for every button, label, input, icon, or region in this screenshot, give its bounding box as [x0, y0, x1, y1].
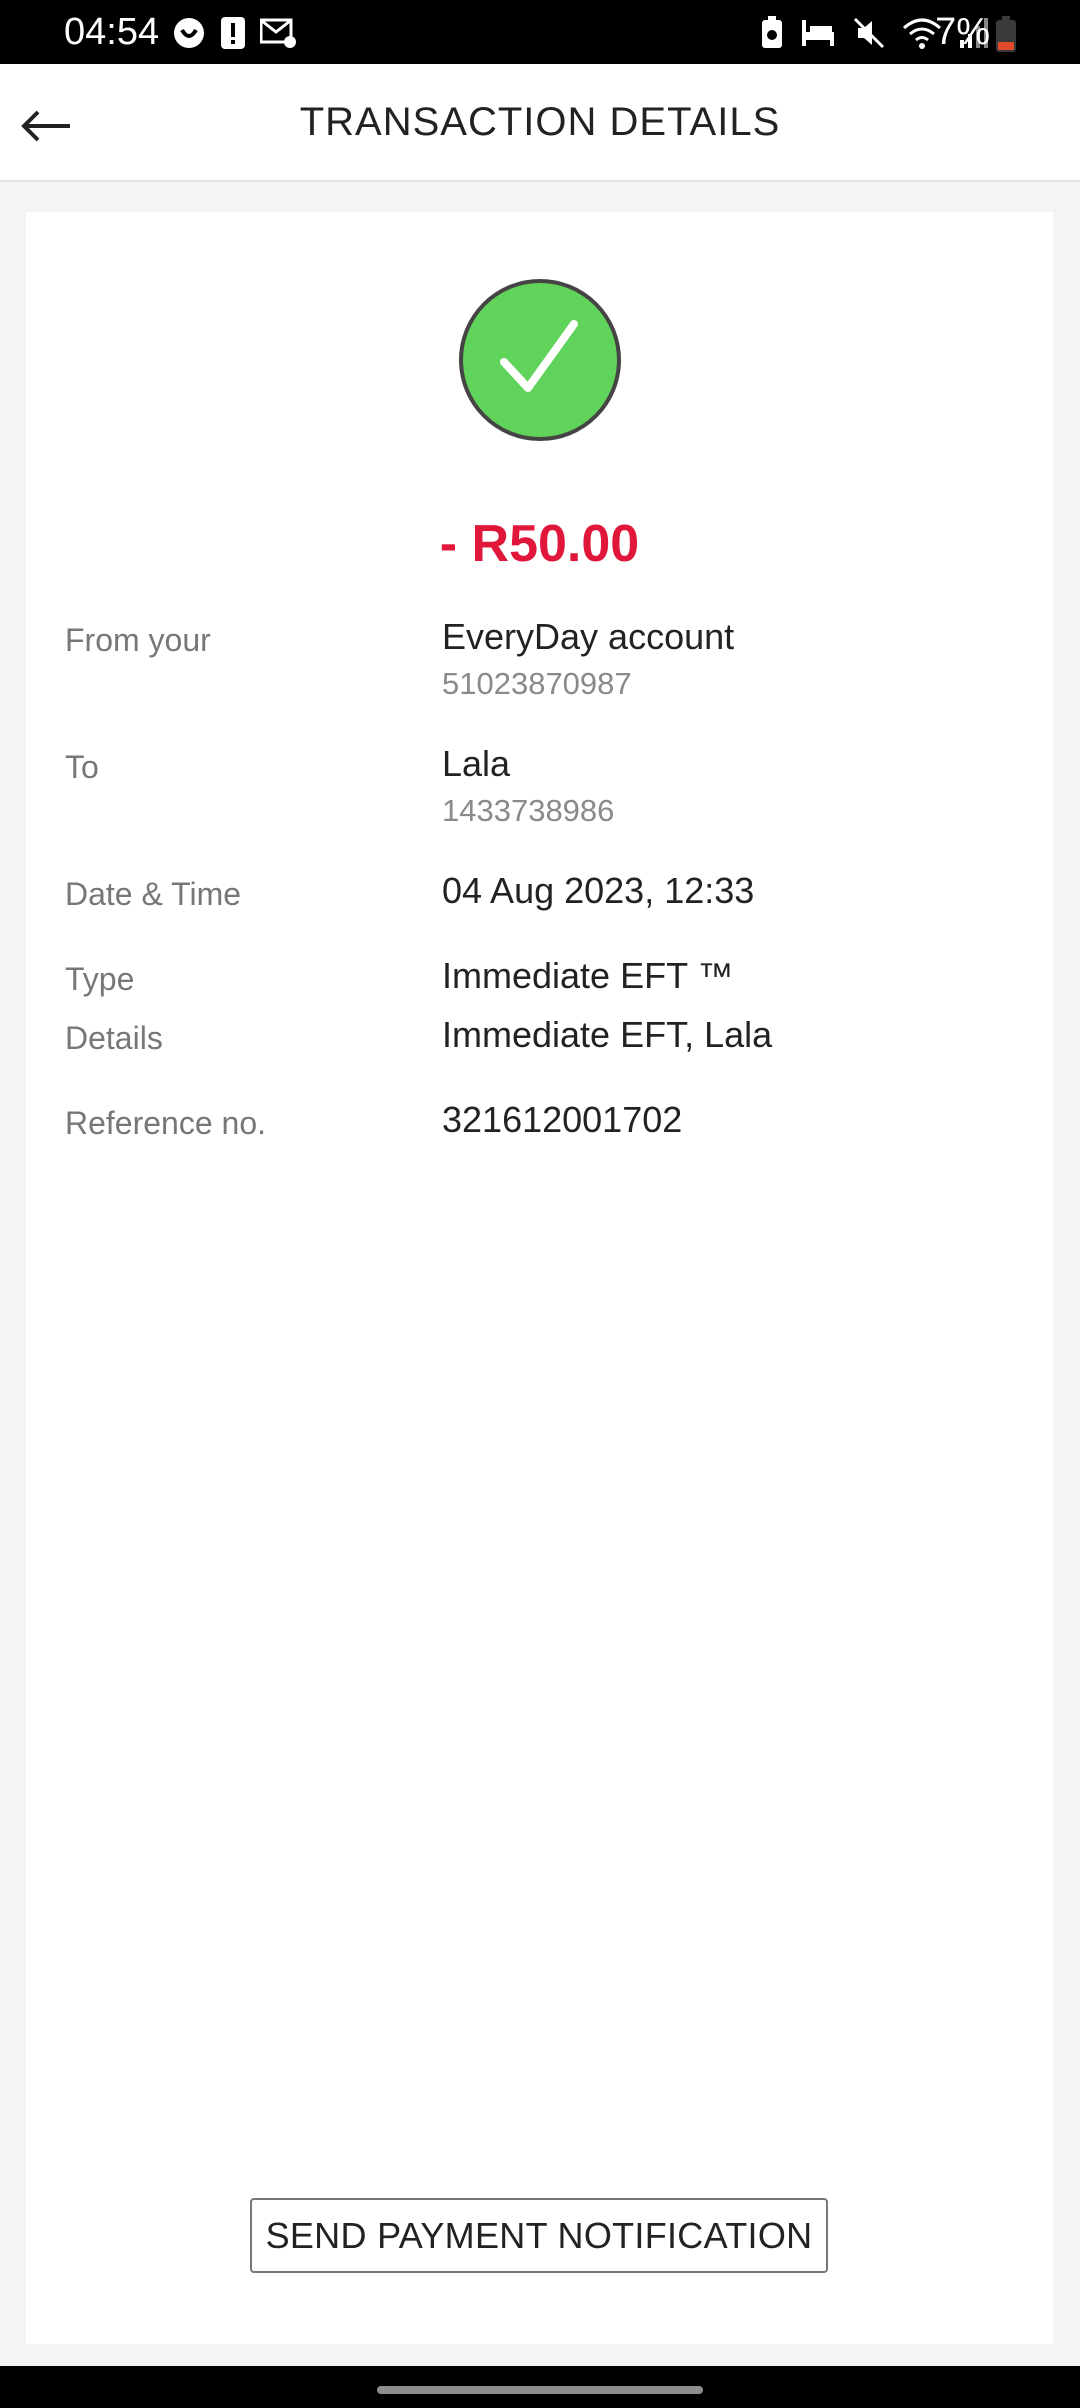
- alert-icon: [221, 17, 245, 49]
- details-label: Details: [65, 1020, 163, 1056]
- heart-chat-icon: [174, 18, 204, 48]
- type-value: Immediate EFT ™: [442, 955, 734, 996]
- success-check-icon: [459, 279, 621, 441]
- bed-icon: [802, 20, 834, 46]
- to-label: To: [65, 749, 99, 785]
- battery-percent: 7%: [935, 11, 990, 53]
- transaction-amount: - R50.00: [439, 515, 640, 573]
- battery-icon: [996, 16, 1016, 52]
- page-title: TRANSACTION DETAILS: [299, 100, 781, 144]
- reference-label: Reference no.: [65, 1105, 267, 1141]
- send-payment-notification-button[interactable]: SEND PAYMENT NOTIFICATION: [250, 2198, 828, 2273]
- navigation-bar: [0, 2366, 1080, 2408]
- datetime-label: Date & Time: [65, 876, 242, 912]
- status-bar: 04:54 7%: [0, 0, 1080, 64]
- details-value: Immediate EFT, Lala: [442, 1014, 773, 1055]
- type-label: Type: [65, 961, 135, 997]
- status-time: 04:54: [64, 11, 160, 53]
- datetime-value: 04 Aug 2023, 12:33: [442, 870, 755, 911]
- home-gesture-handle[interactable]: [377, 2386, 703, 2394]
- reference-value: 321612001702: [442, 1099, 683, 1140]
- to-name: Lala: [442, 743, 511, 784]
- battery-saver-icon: [762, 16, 782, 48]
- to-number: 1433738986: [442, 793, 615, 828]
- from-account-name: EveryDay account: [442, 616, 735, 657]
- from-account-number: 51023870987: [442, 666, 632, 701]
- transaction-card: - R50.00 From your EveryDay account 5102…: [26, 212, 1053, 2344]
- status-left-icons: [172, 16, 298, 50]
- mute-icon: [853, 17, 885, 49]
- app-bar: TRANSACTION DETAILS: [0, 64, 1080, 182]
- mail-settings-icon: [260, 18, 296, 48]
- from-label: From your: [65, 622, 211, 658]
